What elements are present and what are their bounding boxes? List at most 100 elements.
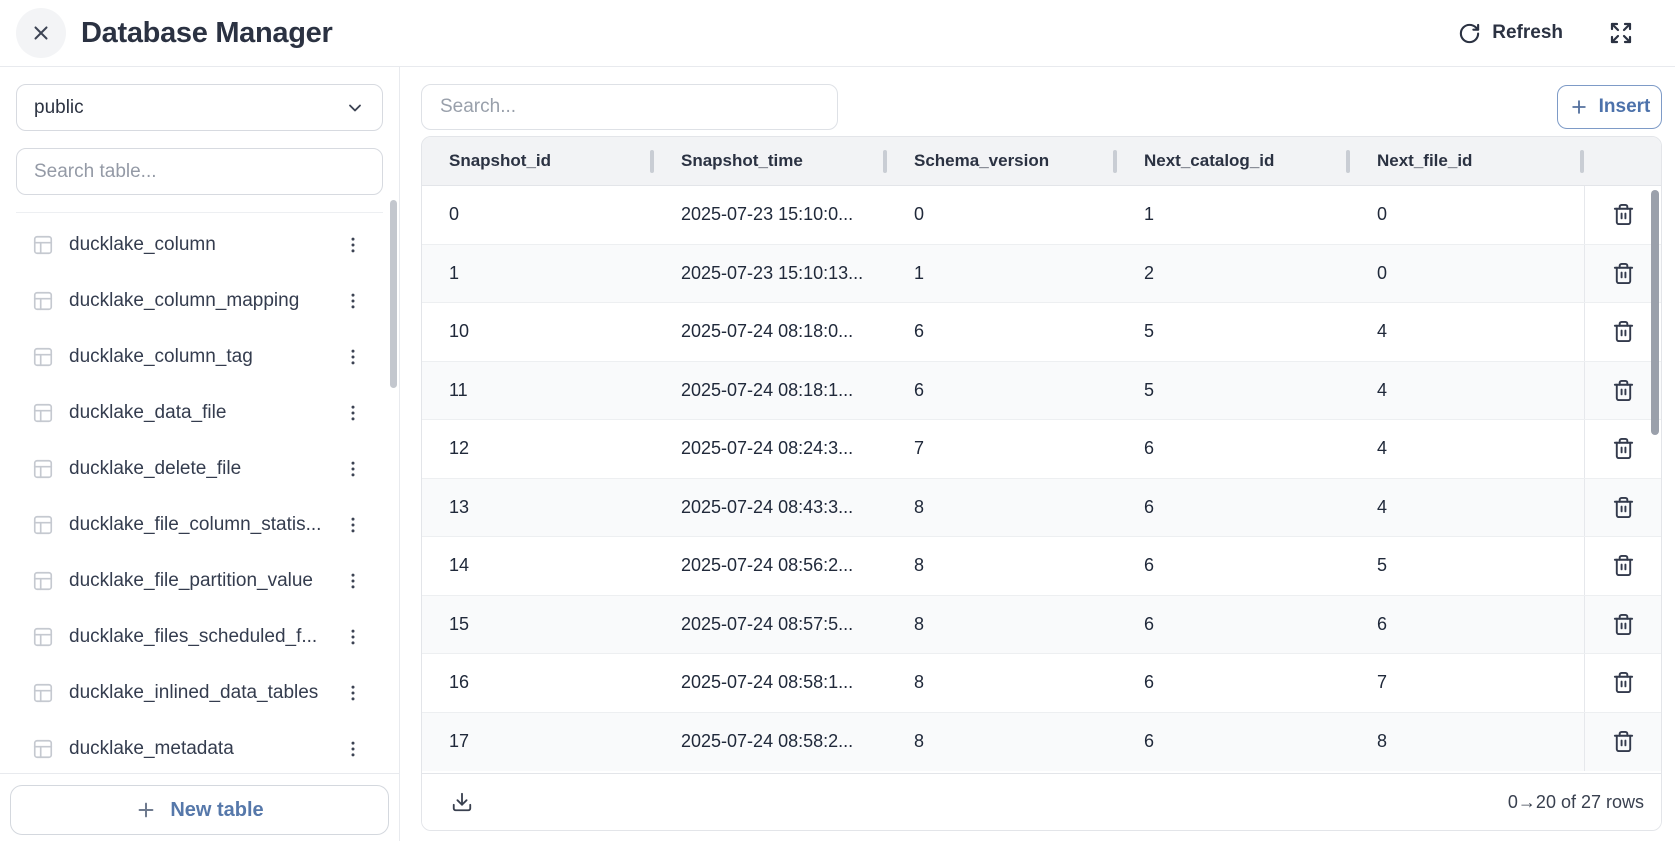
cell-snapshot-id: 15 <box>422 596 654 654</box>
table-search-input[interactable] <box>16 148 383 195</box>
grid-scrollbar[interactable] <box>1651 190 1659 435</box>
refresh-label: Refresh <box>1492 22 1563 44</box>
sidebar-table-item[interactable]: ducklake_delete_file <box>16 441 383 497</box>
sidebar-table-label: ducklake_column <box>69 234 339 256</box>
column-header[interactable]: Next_catalog_id <box>1117 137 1350 185</box>
cell-snapshot-id: 14 <box>422 537 654 595</box>
kebab-menu-icon[interactable] <box>339 287 367 315</box>
kebab-menu-icon[interactable] <box>339 399 367 427</box>
cell-snapshot-time: 2025-07-24 08:18:1... <box>654 362 887 420</box>
delete-row-button[interactable] <box>1608 433 1639 464</box>
kebab-menu-icon[interactable] <box>339 567 367 595</box>
refresh-button[interactable]: Refresh <box>1458 22 1563 45</box>
column-header[interactable]: Snapshot_id <box>422 137 654 185</box>
delete-row-button[interactable] <box>1608 609 1639 640</box>
table-row: 11 2025-07-24 08:18:1... 6 5 4 <box>422 362 1661 421</box>
cell-next-catalog-id: 6 <box>1117 479 1350 537</box>
sidebar-table-item[interactable]: ducklake_file_partition_value <box>16 553 383 609</box>
search-input[interactable] <box>421 84 838 130</box>
delete-cell <box>1584 654 1661 712</box>
sidebar-table-item[interactable]: ducklake_metadata <box>16 721 383 777</box>
sidebar: public ducklake_column ducklake_column_m… <box>0 67 400 841</box>
table-icon <box>32 738 54 760</box>
sidebar-table-item[interactable]: ducklake_inlined_data_tables <box>16 665 383 721</box>
cell-snapshot-time: 2025-07-24 08:43:3... <box>654 479 887 537</box>
sidebar-table-label: ducklake_metadata <box>69 738 339 760</box>
column-header[interactable]: Snapshot_time <box>654 137 887 185</box>
sidebar-table-label: ducklake_column_tag <box>69 346 339 368</box>
sidebar-table-item[interactable]: ducklake_file_column_statis... <box>16 497 383 553</box>
table-icon <box>32 402 54 424</box>
page-title: Database Manager <box>81 17 332 50</box>
sidebar-table-label: ducklake_column_mapping <box>69 290 339 312</box>
kebab-menu-icon[interactable] <box>339 623 367 651</box>
close-icon <box>30 22 52 44</box>
sidebar-table-item[interactable]: ducklake_column <box>16 217 383 273</box>
fullscreen-icon <box>1609 21 1633 45</box>
cell-schema-version: 1 <box>887 245 1117 303</box>
kebab-menu-icon[interactable] <box>339 343 367 371</box>
sidebar-table-item[interactable]: ducklake_column_tag <box>16 329 383 385</box>
table-icon <box>32 626 54 648</box>
cell-snapshot-time: 2025-07-24 08:18:0... <box>654 303 887 361</box>
delete-cell <box>1584 186 1661 244</box>
cell-next-catalog-id: 6 <box>1117 713 1350 772</box>
sidebar-table-item[interactable]: ducklake_column_mapping <box>16 273 383 329</box>
kebab-menu-icon[interactable] <box>339 735 367 763</box>
table-icon <box>32 570 54 592</box>
row-count-status: 0→20 of 27 rows <box>1508 792 1644 813</box>
kebab-menu-icon[interactable] <box>339 511 367 539</box>
cell-next-catalog-id: 5 <box>1117 303 1350 361</box>
fullscreen-button[interactable] <box>1609 21 1633 45</box>
table-row: 12 2025-07-24 08:24:3... 7 6 4 <box>422 420 1661 479</box>
new-table-button[interactable]: New table <box>10 785 389 835</box>
kebab-menu-icon[interactable] <box>339 679 367 707</box>
delete-row-button[interactable] <box>1608 316 1639 347</box>
schema-select[interactable]: public <box>16 84 383 131</box>
delete-cell <box>1584 420 1661 478</box>
cell-schema-version: 0 <box>887 186 1117 244</box>
delete-row-button[interactable] <box>1608 550 1639 581</box>
grid-header-row: Snapshot_idSnapshot_timeSchema_versionNe… <box>422 137 1661 186</box>
cell-snapshot-time: 2025-07-24 08:24:3... <box>654 420 887 478</box>
insert-button[interactable]: Insert <box>1557 85 1662 129</box>
column-header[interactable]: Next_file_id <box>1350 137 1584 185</box>
delete-row-button[interactable] <box>1608 667 1639 698</box>
delete-row-button[interactable] <box>1608 258 1639 289</box>
schema-select-value: public <box>34 97 84 119</box>
cell-schema-version: 6 <box>887 303 1117 361</box>
data-grid: Snapshot_idSnapshot_timeSchema_versionNe… <box>421 136 1662 831</box>
sidebar-table-label: ducklake_file_column_statis... <box>69 514 339 536</box>
cell-next-catalog-id: 5 <box>1117 362 1350 420</box>
cell-snapshot-id: 17 <box>422 713 654 772</box>
insert-label: Insert <box>1599 96 1651 118</box>
cell-next-catalog-id: 6 <box>1117 596 1350 654</box>
table-icon <box>32 514 54 536</box>
table-row: 16 2025-07-24 08:58:1... 8 6 7 <box>422 654 1661 713</box>
delete-row-button[interactable] <box>1608 199 1639 230</box>
column-header[interactable]: Schema_version <box>887 137 1117 185</box>
delete-row-button[interactable] <box>1608 492 1639 523</box>
kebab-menu-icon[interactable] <box>339 231 367 259</box>
sidebar-table-label: ducklake_files_scheduled_f... <box>69 626 339 648</box>
new-table-label: New table <box>170 799 263 822</box>
cell-next-catalog-id: 6 <box>1117 420 1350 478</box>
delete-row-button[interactable] <box>1608 726 1639 757</box>
cell-snapshot-id: 10 <box>422 303 654 361</box>
delete-row-button[interactable] <box>1608 375 1639 406</box>
sidebar-table-label: ducklake_delete_file <box>69 458 339 480</box>
table-row: 0 2025-07-23 15:10:0... 0 1 0 <box>422 186 1661 245</box>
delete-cell <box>1584 713 1661 772</box>
cell-next-catalog-id: 6 <box>1117 537 1350 595</box>
cell-next-file-id: 4 <box>1350 420 1584 478</box>
sidebar-table-item[interactable]: ducklake_files_scheduled_f... <box>16 609 383 665</box>
top-bar: Database Manager Refresh <box>0 0 1675 67</box>
cell-snapshot-time: 2025-07-24 08:58:1... <box>654 654 887 712</box>
sidebar-scrollbar[interactable] <box>390 200 397 388</box>
table-icon <box>32 458 54 480</box>
close-button[interactable] <box>16 8 66 58</box>
cell-next-catalog-id: 1 <box>1117 186 1350 244</box>
download-button[interactable] <box>451 791 473 813</box>
sidebar-table-item[interactable]: ducklake_data_file <box>16 385 383 441</box>
kebab-menu-icon[interactable] <box>339 455 367 483</box>
